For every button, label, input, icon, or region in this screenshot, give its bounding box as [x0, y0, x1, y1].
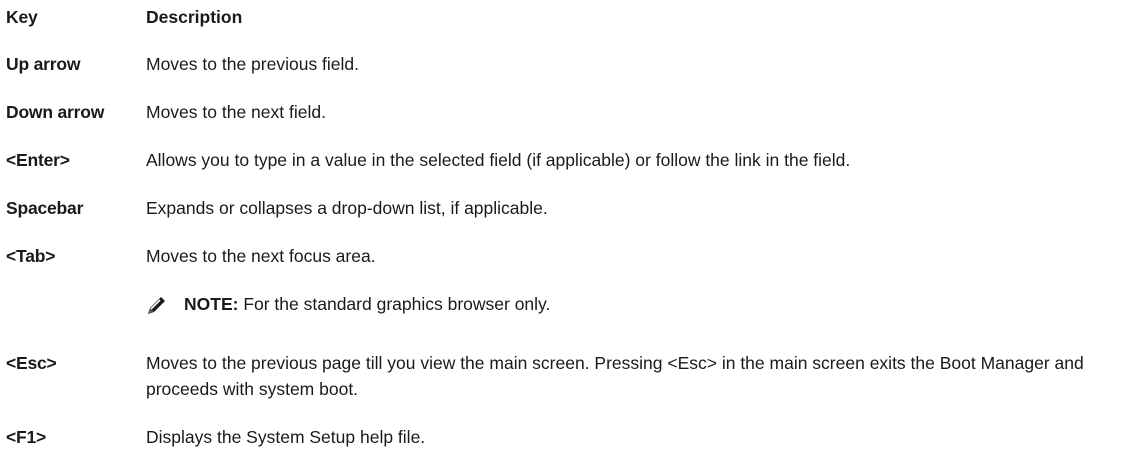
note-label: NOTE: [184, 294, 239, 314]
header-description: Description [146, 7, 243, 27]
row-description: Expands or collapses a drop-down list, i… [146, 198, 548, 218]
key-description-table: Key Description Up arrow Moves to the pr… [0, 0, 1123, 459]
row-description: Moves to the next field. [146, 102, 326, 122]
row-key: Down arrow [6, 102, 105, 122]
row-key: Up arrow [6, 54, 81, 74]
row-description: Allows you to type in a value in the sel… [146, 150, 851, 170]
note-body: For the standard graphics browser only. [238, 294, 551, 314]
row-description: Moves to the previous field. [146, 54, 360, 74]
header-key: Key [6, 7, 38, 27]
row-description: Displays the System Setup help file. [146, 427, 426, 447]
row-key: <Tab> [6, 246, 56, 266]
pencil-note-icon [148, 297, 165, 314]
note-text: NOTE: For the standard graphics browser … [184, 291, 550, 317]
row-key: <F1> [6, 427, 47, 447]
row-key: <Enter> [6, 150, 70, 170]
row-description: Moves to the next focus area. [146, 246, 376, 266]
row-key: Spacebar [6, 198, 84, 218]
row-key: <Esc> [6, 353, 57, 373]
row-description: Moves to the previous page till you view… [146, 353, 1084, 399]
